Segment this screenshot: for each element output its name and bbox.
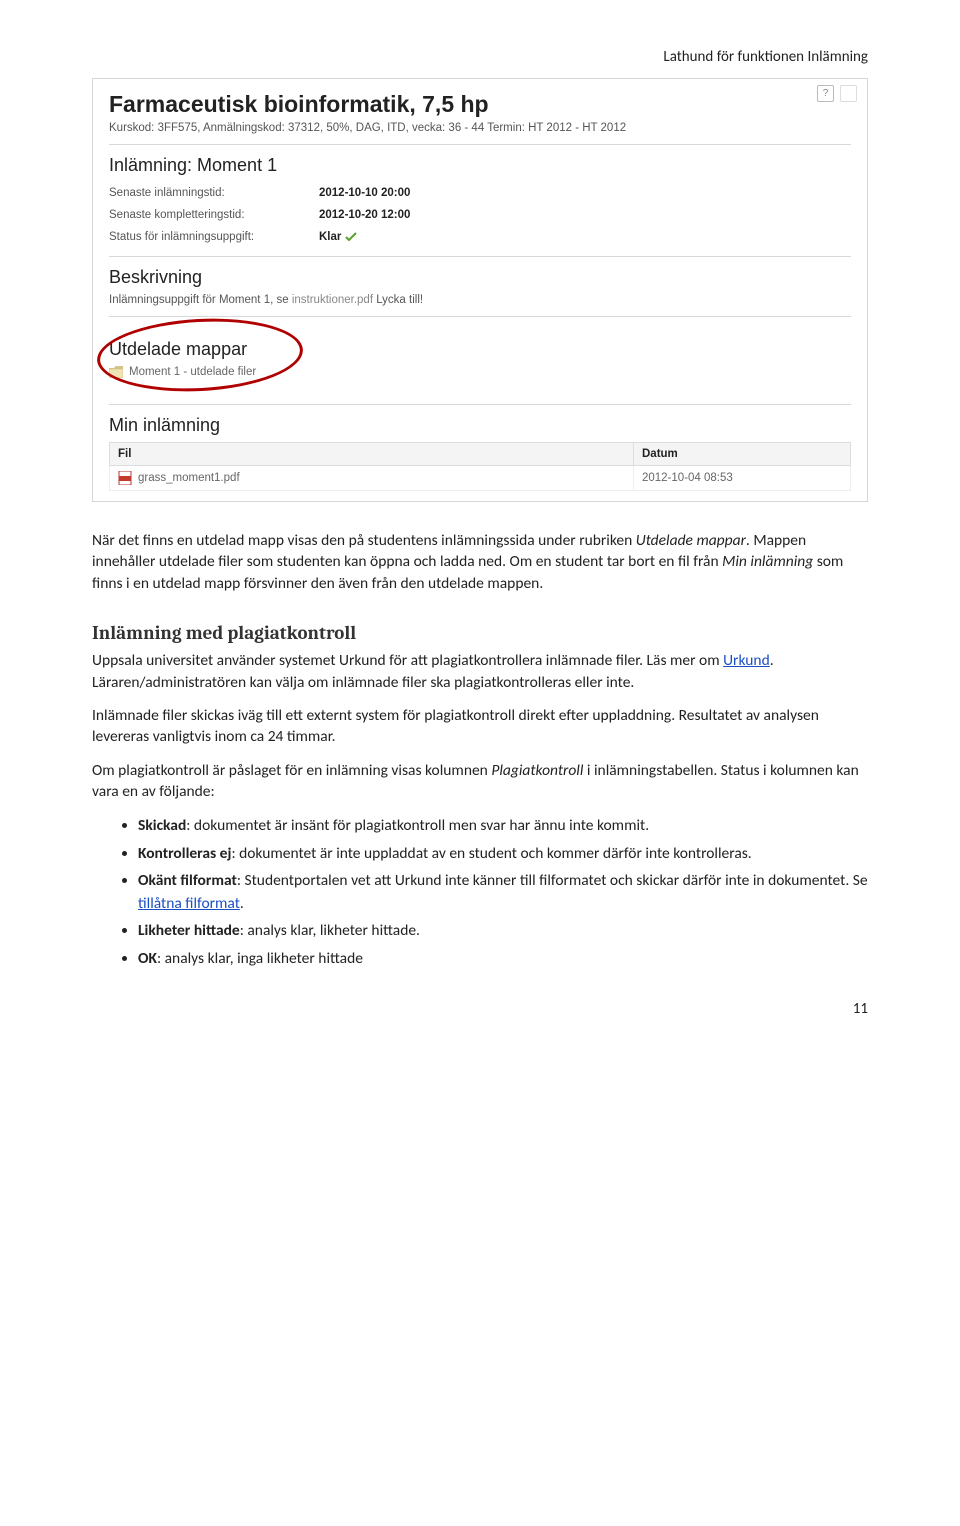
- p1-em2: Min inlämning: [722, 552, 813, 571]
- filformat-link[interactable]: tillåtna filformat: [138, 894, 240, 913]
- col-fil-header: Fil: [110, 443, 634, 466]
- section-beskrivning-heading: Beskrivning: [109, 267, 851, 288]
- bullet-strong: OK: [138, 949, 157, 968]
- panel-top-icons: ?: [817, 85, 857, 102]
- body-text: När det finns en utdelad mapp visas den …: [92, 530, 868, 970]
- p4-em: Plagiatkontroll: [491, 761, 583, 780]
- list-item: Skickad: dokumentet är insänt för plagia…: [138, 814, 868, 837]
- p1-em: Utdelade mappar: [636, 531, 746, 550]
- folder-name: Moment 1 - utdelade filer: [129, 366, 256, 378]
- pdf-icon: [118, 471, 132, 485]
- col-datum-header: Datum: [634, 443, 851, 466]
- komplement-value: 2012-10-20 12:00: [319, 204, 410, 226]
- bullet-strong: Skickad: [138, 816, 186, 835]
- urkund-link[interactable]: Urkund: [723, 651, 770, 670]
- bullet-rest-b: .: [240, 894, 244, 913]
- paragraph-3: Inlämnade filer skickas iväg till ett ex…: [92, 705, 868, 748]
- list-item: Okänt filformat: Studentportalen vet att…: [138, 869, 868, 916]
- list-item: Kontrolleras ej: dokumentet är inte uppl…: [138, 842, 868, 865]
- list-item: Likheter hittade: analys klar, likheter …: [138, 919, 868, 942]
- list-item: OK: analys klar, inga likheter hittade: [138, 947, 868, 970]
- folder-link[interactable]: Moment 1 - utdelade filer: [109, 366, 851, 378]
- file-name: grass_moment1.pdf: [138, 472, 240, 484]
- checkmark-icon: [345, 232, 357, 242]
- paragraph-2: Uppsala universitet använder systemet Ur…: [92, 650, 868, 693]
- course-title: Farmaceutisk bioinformatik, 7,5 hp: [109, 91, 851, 118]
- paragraph-1: När det finns en utdelad mapp visas den …: [92, 530, 868, 594]
- utdelade-mappar-block: Utdelade mappar Moment 1 - utdelade file…: [109, 325, 851, 396]
- expand-icon[interactable]: [840, 85, 857, 102]
- p2-a: Uppsala universitet använder systemet Ur…: [92, 651, 723, 670]
- screenshot-panel: ? Farmaceutisk bioinformatik, 7,5 hp Kur…: [92, 78, 868, 502]
- bullet-strong: Okänt filformat: [138, 871, 237, 890]
- section-utdelade-heading: Utdelade mappar: [109, 339, 851, 360]
- status-text: Klar: [319, 226, 341, 248]
- bullet-rest: : analys klar, likheter hittade.: [240, 921, 420, 940]
- status-value: Klar: [319, 226, 357, 248]
- status-bullet-list: Skickad: dokumentet är insänt för plagia…: [120, 814, 868, 970]
- p4-a: Om plagiatkontroll är påslaget för en in…: [92, 761, 491, 780]
- deadline-label: Senaste inlämningstid:: [109, 182, 319, 204]
- submission-table: Fil Datum grass_moment1.pdf 2012-10-04 0…: [109, 442, 851, 491]
- p1-a: När det finns en utdelad mapp visas den …: [92, 531, 636, 550]
- row-deadline: Senaste inlämningstid: 2012-10-10 20:00: [109, 182, 851, 204]
- table-row: grass_moment1.pdf 2012-10-04 08:53: [110, 466, 851, 491]
- beskrivning-part-a: Inlämningsuppgift för Moment 1, se: [109, 294, 292, 306]
- bullet-strong: Kontrolleras ej: [138, 844, 231, 863]
- divider: [109, 316, 851, 317]
- divider: [109, 404, 851, 405]
- table-header-row: Fil Datum: [110, 443, 851, 466]
- help-icon[interactable]: ?: [817, 85, 834, 102]
- file-date: 2012-10-04 08:53: [634, 466, 851, 491]
- bullet-rest-a: : Studentportalen vet att Urkund inte kä…: [237, 871, 868, 890]
- divider: [109, 256, 851, 257]
- beskrivning-part-b: Lycka till!: [373, 294, 423, 306]
- bullet-strong: Likheter hittade: [138, 921, 240, 940]
- section-inlamning-heading: Inlämning: Moment 1: [109, 155, 851, 176]
- deadline-value: 2012-10-10 20:00: [319, 182, 410, 204]
- divider: [109, 144, 851, 145]
- heading-plagiatkontroll: Inlämning med plagiatkontroll: [92, 622, 868, 644]
- status-label: Status för inlämningsuppgift:: [109, 226, 319, 248]
- komplement-label: Senaste kompletteringstid:: [109, 204, 319, 226]
- bullet-rest: : dokumentet är inte uppladdat av en stu…: [231, 844, 751, 863]
- folder-icon: [109, 366, 123, 378]
- row-komplement: Senaste kompletteringstid: 2012-10-20 12…: [109, 204, 851, 226]
- doc-header-text: Lathund för funktionen Inlämning: [92, 48, 868, 66]
- section-min-inlamning-heading: Min inlämning: [109, 415, 851, 436]
- bullet-rest: : dokumentet är insänt för plagiatkontro…: [186, 816, 649, 835]
- page-number: 11: [92, 1000, 868, 1018]
- paragraph-4: Om plagiatkontroll är påslaget för en in…: [92, 760, 868, 803]
- course-meta: Kurskod: 3FF575, Anmälningskod: 37312, 5…: [109, 122, 851, 134]
- beskrivning-text: Inlämningsuppgift för Moment 1, se instr…: [109, 294, 851, 306]
- instruktioner-link[interactable]: instruktioner.pdf: [292, 294, 373, 306]
- row-status: Status för inlämningsuppgift: Klar: [109, 226, 851, 248]
- bullet-rest: : analys klar, inga likheter hittade: [157, 949, 363, 968]
- file-link[interactable]: grass_moment1.pdf: [118, 471, 625, 485]
